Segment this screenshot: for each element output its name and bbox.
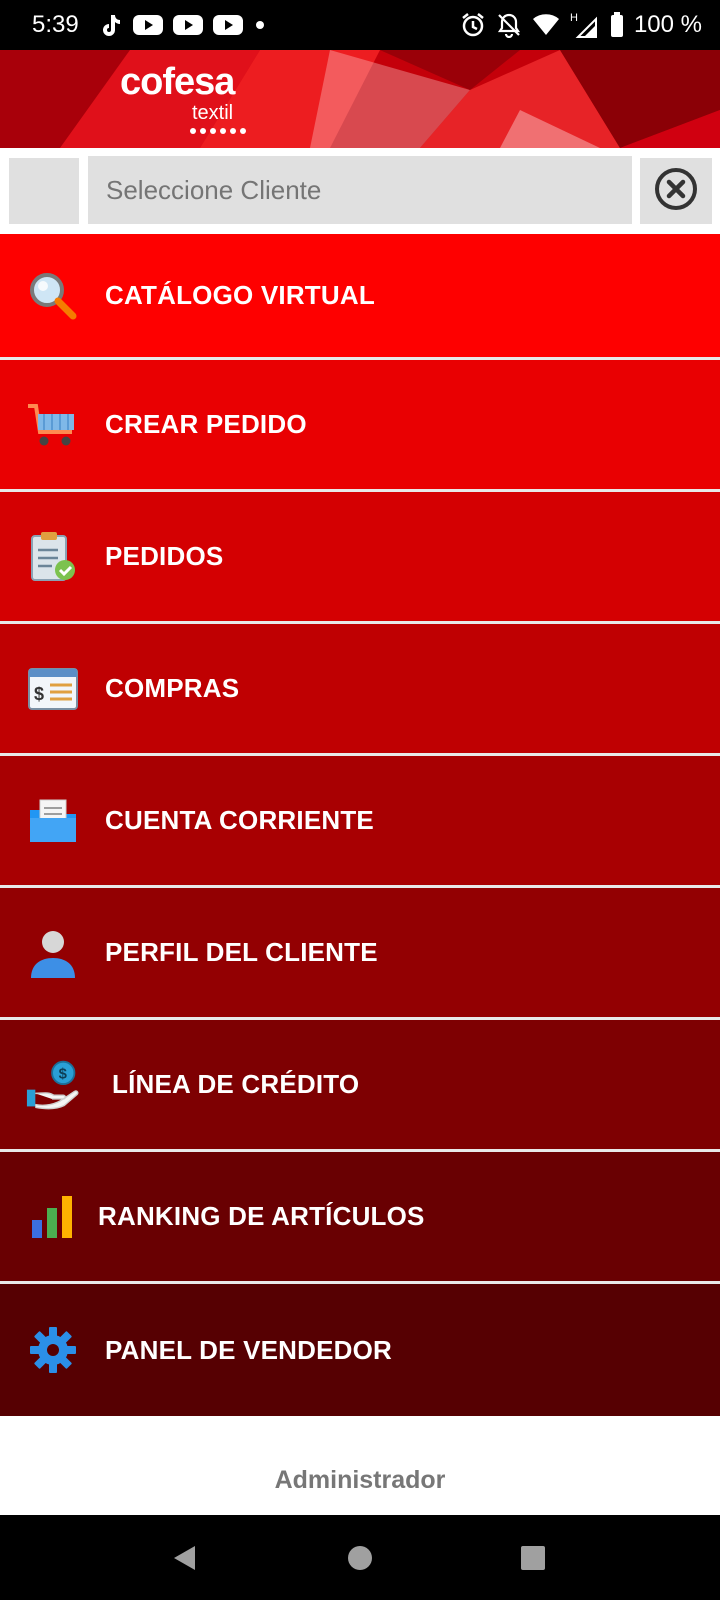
clipboard-check-icon	[26, 530, 80, 584]
bar-chart-icon	[26, 1190, 80, 1244]
menu-item-perfil-del-cliente[interactable]: PERFIL DEL CLIENTE	[0, 888, 720, 1020]
client-search-button[interactable]	[9, 158, 79, 224]
clear-circle-icon	[654, 167, 698, 216]
alarm-icon	[460, 12, 486, 38]
menu-item-panel-de-vendedor[interactable]: PANEL DE VENDEDOR	[0, 1284, 720, 1416]
logo-sub-text: textil	[192, 102, 234, 124]
menu-item-compras[interactable]: $ COMPRAS	[0, 624, 720, 756]
battery-icon	[610, 12, 624, 38]
search-icon	[26, 269, 80, 323]
logo-main-text: cofesa	[120, 61, 235, 103]
back-icon[interactable]	[170, 1543, 200, 1573]
client-select-input[interactable]	[88, 156, 632, 224]
brand-banner: cofesa textil	[0, 50, 720, 148]
user-role-label: Administrador	[274, 1465, 446, 1494]
recents-icon[interactable]	[518, 1543, 548, 1573]
youtube-icon	[132, 14, 163, 36]
menu-item-ranking-de-articulos[interactable]: RANKING DE ARTÍCULOS	[0, 1152, 720, 1284]
menu-item-label: COMPRAS	[105, 673, 240, 703]
menu-item-linea-de-credito[interactable]: $ LÍNEA DE CRÉDITO	[0, 1020, 720, 1152]
main-menu: CATÁLOGO VIRTUAL CREAR PEDIDO PEDIDOS $ …	[0, 234, 720, 1416]
client-selector-bar	[0, 148, 720, 234]
menu-item-pedidos[interactable]: PEDIDOS	[0, 492, 720, 624]
menu-item-label: PEDIDOS	[105, 541, 224, 571]
system-navigation-bar	[0, 1515, 720, 1600]
menu-item-label: RANKING DE ARTÍCULOS	[98, 1201, 425, 1231]
status-right-icons: H 100 %	[460, 11, 702, 39]
status-bar: 5:39 H 100 %	[0, 0, 720, 50]
menu-item-cuenta-corriente[interactable]: CUENTA CORRIENTE	[0, 756, 720, 888]
brand-logo: cofesa textil	[120, 62, 260, 142]
tiktok-icon	[97, 12, 123, 38]
status-time: 5:39	[32, 11, 79, 38]
network-signal-icon: H	[570, 11, 600, 39]
logo-dots	[190, 128, 246, 134]
dot-icon	[253, 18, 267, 32]
user-profile-icon	[26, 926, 80, 980]
menu-item-catalogo-virtual[interactable]: CATÁLOGO VIRTUAL	[0, 234, 720, 360]
menu-item-label: CATÁLOGO VIRTUAL	[105, 280, 375, 310]
hand-money-icon: $	[26, 1058, 80, 1112]
footer: Administrador	[0, 1445, 720, 1515]
network-type-label: H	[570, 12, 578, 24]
banner-background	[0, 50, 720, 148]
menu-item-crear-pedido[interactable]: CREAR PEDIDO	[0, 360, 720, 492]
notifications-off-icon	[496, 12, 522, 38]
home-icon[interactable]	[345, 1543, 375, 1573]
receipt-icon: $	[26, 662, 80, 716]
menu-item-label: CUENTA CORRIENTE	[105, 805, 374, 835]
menu-item-label: LÍNEA DE CRÉDITO	[112, 1069, 360, 1099]
clear-client-button[interactable]	[640, 158, 712, 224]
youtube-icon	[172, 14, 203, 36]
gear-icon	[26, 1323, 80, 1377]
youtube-icon	[212, 14, 243, 36]
svg-text:$: $	[34, 684, 44, 704]
menu-item-label: CREAR PEDIDO	[105, 409, 307, 439]
menu-item-label: PERFIL DEL CLIENTE	[105, 937, 378, 967]
folder-document-icon	[26, 794, 80, 848]
wifi-icon	[532, 13, 560, 37]
svg-text:$: $	[59, 1066, 68, 1082]
status-left-icons	[97, 12, 267, 38]
shopping-cart-icon	[26, 398, 80, 452]
battery-percentage: 100 %	[633, 11, 702, 38]
menu-item-label: PANEL DE VENDEDOR	[105, 1334, 393, 1365]
